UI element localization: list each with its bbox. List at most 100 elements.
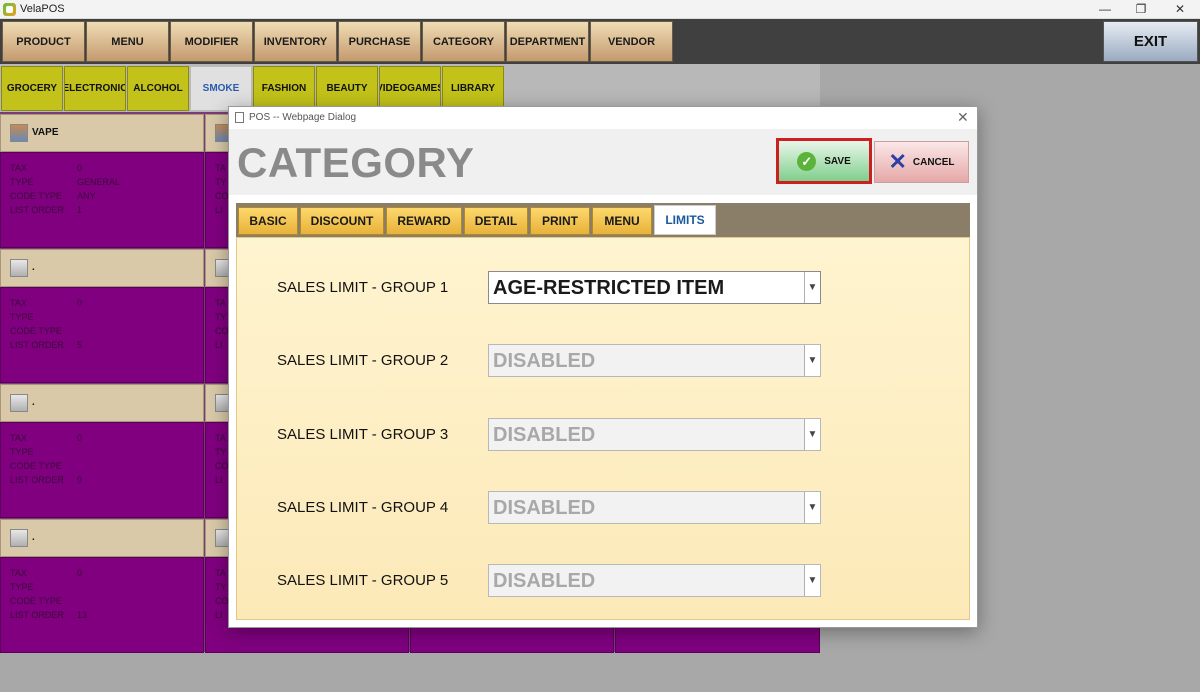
chevron-down-icon[interactable]: ▼ <box>804 345 820 376</box>
code-type-label: CODE TYPE <box>10 596 62 606</box>
category-dialog: POS -- Webpage Dialog ✕ CATEGORY ✓ SAVE … <box>228 106 978 628</box>
subcategory-name: VAPE <box>32 127 59 138</box>
subcategory-cell-body[interactable]: TAX 0 TYPE GENERAL CODE TYPE ANY LIST OR… <box>0 152 204 248</box>
tax-value: 0 <box>77 433 83 443</box>
list-order-value: 1 <box>77 205 83 215</box>
list-order-label: LI <box>215 475 223 485</box>
nav-inventory-button[interactable]: INVENTORY <box>254 21 337 62</box>
code-type-label: CODE TYPE <box>10 191 62 201</box>
selected-value: DISABLED <box>493 424 596 446</box>
nav-product-button[interactable]: PRODUCT <box>2 21 85 62</box>
page-title: CATEGORY <box>237 139 475 186</box>
sales-limit-group-4-select[interactable]: DISABLED ▼ <box>488 491 821 524</box>
code-type-value: ANY <box>77 191 96 201</box>
tax-label: TA <box>215 433 226 443</box>
chevron-down-icon[interactable]: ▼ <box>804 492 820 523</box>
nav-vendor-button[interactable]: VENDOR <box>590 21 673 62</box>
code-type-label: CO <box>215 326 229 336</box>
exit-button[interactable]: EXIT <box>1103 21 1198 62</box>
selected-value: DISABLED <box>493 350 596 372</box>
nav-modifier-button[interactable]: MODIFIER <box>170 21 253 62</box>
tab-print[interactable]: PRINT <box>530 207 590 235</box>
document-icon <box>235 112 244 123</box>
category-beauty-button[interactable]: BEAUTY <box>316 66 378 111</box>
subcategory-name: . <box>32 532 35 543</box>
nav-purchase-button[interactable]: PURCHASE <box>338 21 421 62</box>
category-image-icon <box>10 124 28 142</box>
checkmark-icon: ✓ <box>797 151 817 171</box>
tax-label: TAX <box>10 568 27 578</box>
sales-limit-group-3-select[interactable]: DISABLED ▼ <box>488 418 821 451</box>
chevron-down-icon[interactable]: ▼ <box>804 419 820 450</box>
tab-bar: BASIC DISCOUNT REWARD DETAIL PRINT MENU … <box>236 203 970 237</box>
tab-menu[interactable]: MENU <box>592 207 652 235</box>
tax-label: TA <box>215 568 226 578</box>
save-button[interactable]: ✓ SAVE <box>776 138 872 184</box>
selected-value: AGE-RESTRICTED ITEM <box>493 277 725 299</box>
cancel-label: CANCEL <box>912 156 955 168</box>
category-library-button[interactable]: LIBRARY <box>442 66 504 111</box>
list-order-label: LIST ORDER <box>10 610 64 620</box>
sales-limit-group-2-select[interactable]: DISABLED ▼ <box>488 344 821 377</box>
selected-value: DISABLED <box>493 497 596 519</box>
category-electronic-button[interactable]: ELECTRONIC <box>64 66 126 111</box>
dialog-header: CATEGORY ✓ SAVE ✕ CANCEL <box>229 129 977 195</box>
type-label: TYPE <box>10 447 34 457</box>
subcategory-cell-header[interactable]: . <box>0 519 204 557</box>
type-value: GENERAL <box>77 177 121 187</box>
type-label: TYPE <box>10 177 34 187</box>
category-grocery-button[interactable]: GROCERY <box>1 66 63 111</box>
close-x-icon: ✕ <box>888 149 907 174</box>
subcategory-cell-body[interactable]: TAX 0 TYPE CODE TYPE LIST ORDER 9 <box>0 422 204 518</box>
sales-limit-group-5-select[interactable]: DISABLED ▼ <box>488 564 821 597</box>
nav-department-button[interactable]: DEPARTMENT <box>506 21 589 62</box>
sales-limit-group-1-select[interactable]: AGE-RESTRICTED ITEM ▼ <box>488 271 821 304</box>
chevron-down-icon[interactable]: ▼ <box>804 565 820 596</box>
subcategory-name: . <box>32 397 35 408</box>
code-type-label: CO <box>215 461 229 471</box>
nav-category-button[interactable]: CATEGORY <box>422 21 505 62</box>
chevron-down-icon[interactable]: ▼ <box>804 272 820 303</box>
subcategory-cell-header[interactable]: VAPE <box>0 114 204 152</box>
list-order-label: LIST ORDER <box>10 475 64 485</box>
category-videogames-button[interactable]: VIDEOGAMES <box>379 66 441 111</box>
list-order-value: 9 <box>77 475 83 485</box>
code-type-label: CO <box>215 596 229 606</box>
list-order-label: LIST ORDER <box>10 205 64 215</box>
type-label: TY <box>215 582 227 592</box>
tab-detail[interactable]: DETAIL <box>464 207 528 235</box>
subcategory-cell-body[interactable]: TAX 0 TYPE CODE TYPE LIST ORDER 5 <box>0 287 204 383</box>
tax-label: TAX <box>10 298 27 308</box>
close-window-icon[interactable]: ✕ <box>1160 0 1200 19</box>
list-order-value: 13 <box>77 610 88 620</box>
minimize-icon[interactable]: — <box>1085 0 1125 19</box>
tax-label: TAX <box>10 163 27 173</box>
cancel-button[interactable]: ✕ CANCEL <box>874 141 969 183</box>
category-smoke-button[interactable]: SMOKE <box>190 66 252 111</box>
tab-basic[interactable]: BASIC <box>238 207 298 235</box>
category-image-icon <box>10 394 28 412</box>
type-label: TYPE <box>10 312 34 322</box>
nav-menu-button[interactable]: MENU <box>86 21 169 62</box>
list-order-value: 5 <box>77 340 83 350</box>
tab-reward[interactable]: REWARD <box>386 207 462 235</box>
maximize-icon[interactable]: ❐ <box>1121 0 1161 19</box>
category-image-icon <box>10 529 28 547</box>
sales-limit-group-5-label: SALES LIMIT - GROUP 5 <box>277 572 449 589</box>
tax-label: TA <box>215 163 226 173</box>
category-alcohol-button[interactable]: ALCOHOL <box>127 66 189 111</box>
category-image-icon <box>10 259 28 277</box>
code-type-label: CO <box>215 191 229 201</box>
window-titlebar: VelaPOS — ❐ ✕ <box>0 0 1200 19</box>
list-order-label: LI <box>215 205 223 215</box>
type-label: TY <box>215 177 227 187</box>
subcategory-cell-header[interactable]: . <box>0 249 204 287</box>
subcategory-cell-body[interactable]: TAX 0 TYPE CODE TYPE LIST ORDER 13 <box>0 557 204 653</box>
subcategory-cell-header[interactable]: . <box>0 384 204 422</box>
tab-discount[interactable]: DISCOUNT <box>300 207 384 235</box>
category-fashion-button[interactable]: FASHION <box>253 66 315 111</box>
tab-limits[interactable]: LIMITS <box>654 205 716 235</box>
close-icon[interactable]: ✕ <box>957 109 969 126</box>
dialog-titlebar: POS -- Webpage Dialog ✕ <box>229 107 977 129</box>
code-type-label: CODE TYPE <box>10 461 62 471</box>
